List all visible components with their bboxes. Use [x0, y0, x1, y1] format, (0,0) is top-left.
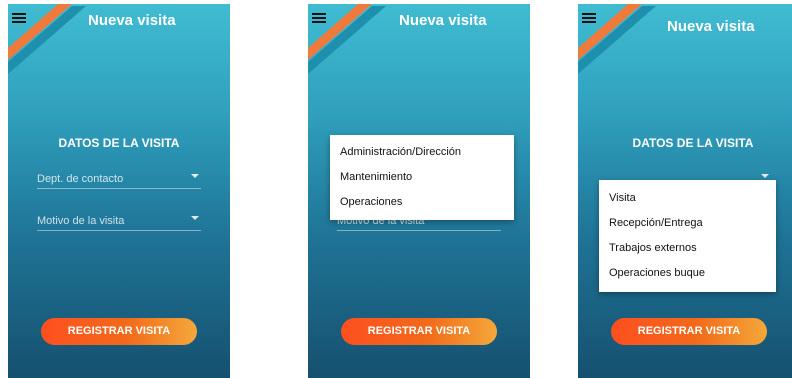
page-title: Nueva visita — [399, 12, 487, 29]
section-title: DATOS DE LA VISITA — [58, 136, 180, 150]
motivo-dropdown-menu: Visita Recepción/Entrega Trabajos extern… — [599, 180, 776, 292]
register-visit-button[interactable]: REGISTRAR VISITA — [611, 318, 767, 345]
dropdown-option-visita[interactable]: Visita — [599, 186, 776, 211]
dept-contacto-select[interactable]: Dept. de contacto — [37, 170, 201, 189]
chevron-down-icon — [761, 174, 769, 178]
register-visit-button[interactable]: REGISTRAR VISITA — [341, 318, 497, 345]
screen-motivo-dropdown-open: Nueva visita DATOS DE LA VISITA Visita R… — [578, 4, 792, 378]
motivo-visita-label: Motivo de la visita — [37, 215, 125, 227]
page-title: Nueva visita — [88, 12, 176, 29]
hamburger-menu-icon[interactable] — [12, 12, 26, 24]
chevron-down-icon — [191, 174, 199, 178]
dropdown-option-recepcion-entrega[interactable]: Recepción/Entrega — [599, 211, 776, 236]
hamburger-menu-icon[interactable] — [582, 12, 596, 24]
motivo-visita-select[interactable]: Motivo de la visita — [37, 212, 201, 231]
dropdown-option-mantenimiento[interactable]: Mantenimiento — [330, 165, 514, 190]
page-title: Nueva visita — [667, 18, 755, 35]
dropdown-option-administracion[interactable]: Administración/Dirección — [330, 140, 514, 165]
hamburger-menu-icon[interactable] — [312, 12, 326, 24]
dept-dropdown-menu: Administración/Dirección Mantenimiento O… — [330, 135, 514, 220]
dropdown-option-operaciones-buque[interactable]: Operaciones buque — [599, 261, 776, 286]
dept-contacto-label: Dept. de contacto — [37, 173, 124, 185]
section-title: DATOS DE LA VISITA — [632, 136, 754, 150]
screen-form-empty: Nueva visita DATOS DE LA VISITA Dept. de… — [8, 4, 230, 378]
dropdown-option-operaciones[interactable]: Operaciones — [330, 190, 514, 215]
register-visit-button[interactable]: REGISTRAR VISITA — [41, 318, 197, 345]
dropdown-option-trabajos-externos[interactable]: Trabajos externos — [599, 236, 776, 261]
screen-dept-dropdown-open: Nueva visita Motivo de la visita Adminis… — [308, 4, 530, 378]
chevron-down-icon — [191, 216, 199, 220]
